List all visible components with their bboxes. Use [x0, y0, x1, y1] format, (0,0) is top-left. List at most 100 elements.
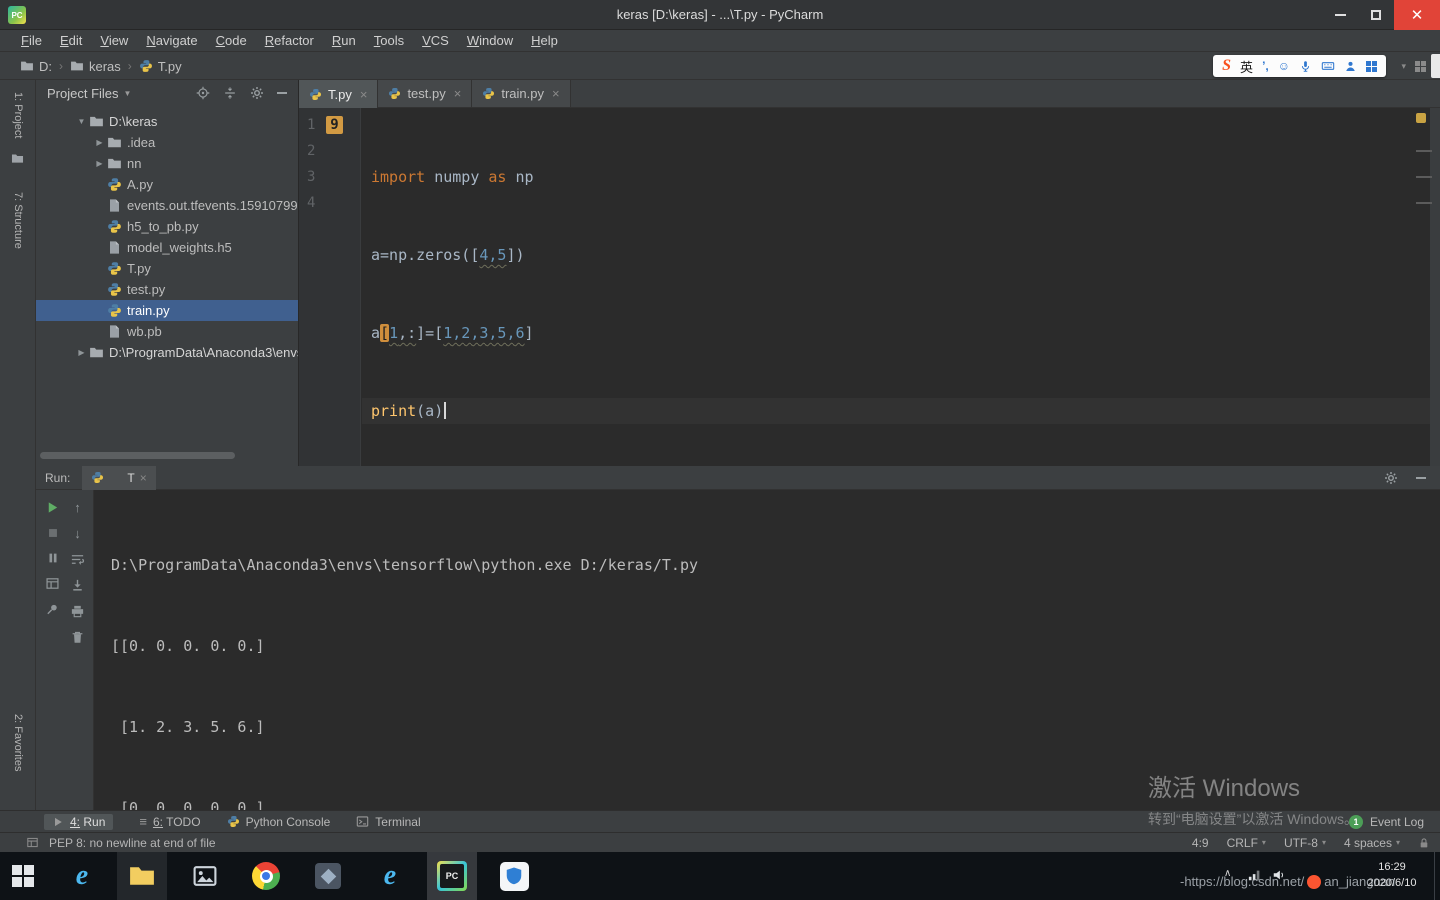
tree-item-wbpb[interactable]: wb.pb [36, 321, 298, 342]
taskbar-pycharm-icon[interactable]: PC [427, 852, 477, 900]
show-desktop-button[interactable] [1434, 852, 1440, 900]
toolwindow-button-terminal[interactable]: Terminal [356, 815, 421, 829]
close-icon[interactable]: × [360, 87, 368, 102]
breadcrumb-item-drive[interactable]: D: [20, 59, 52, 74]
close-button[interactable]: ✕ [1394, 0, 1440, 30]
ime-punctuation-toggle[interactable]: ’, [1262, 59, 1269, 73]
expand-arrow-icon[interactable]: ▼ [74, 117, 89, 126]
ime-handle[interactable] [1431, 54, 1440, 78]
expand-arrow-icon[interactable]: ▶ [74, 348, 89, 357]
pin-button[interactable] [45, 602, 60, 617]
ime-language-toggle[interactable]: 英 [1240, 57, 1253, 76]
menu-item-tools[interactable]: Tools [365, 30, 413, 51]
keyboard-icon[interactable] [1321, 59, 1335, 73]
tree-item-testpy[interactable]: test.py [36, 279, 298, 300]
menu-item-window[interactable]: Window [458, 30, 522, 51]
soft-wrap-button[interactable] [70, 552, 85, 567]
taskbar-shield-app-icon[interactable] [489, 852, 539, 900]
clear-all-button[interactable] [70, 630, 85, 645]
collapse-all-icon[interactable] [223, 86, 237, 100]
tree-item-tpy[interactable]: T.py [36, 258, 298, 279]
taskbar-clock[interactable]: 16:29 2020/6/10 [1356, 859, 1428, 891]
network-icon[interactable] [1248, 868, 1262, 882]
settings-gear-icon[interactable] [1384, 471, 1398, 485]
event-log-button[interactable]: 1 Event Log [1348, 814, 1424, 829]
expand-arrow-icon[interactable]: ▶ [92, 159, 107, 168]
taskbar-ie-icon[interactable]: e [57, 852, 107, 900]
restore-layout-button[interactable] [45, 576, 60, 591]
menu-item-file[interactable]: File [12, 30, 51, 51]
editor-tab-tpy[interactable]: T.py × [299, 80, 379, 108]
grid-icon[interactable] [1415, 61, 1426, 72]
scroll-to-end-button[interactable] [70, 578, 85, 593]
microphone-icon[interactable] [1299, 60, 1312, 73]
encoding-widget[interactable]: UTF-8 ▾ [1284, 836, 1326, 850]
tray-chevron-icon[interactable]: ∧ [1224, 868, 1231, 879]
menu-item-navigate[interactable]: Navigate [137, 30, 206, 51]
indent-widget[interactable]: 4 spaces ▾ [1344, 836, 1400, 850]
taskbar-chrome-icon[interactable] [241, 852, 291, 900]
toolbox-icon[interactable] [1366, 60, 1377, 72]
line-separator-widget[interactable]: CRLF ▾ [1227, 836, 1266, 850]
run-tab[interactable]: T × [82, 465, 156, 490]
tree-item-nn[interactable]: ▶ nn [36, 153, 298, 174]
tree-item-keras-root[interactable]: ▼ D:\keras [36, 111, 298, 132]
taskbar-explorer-icon[interactable] [117, 852, 167, 900]
code-area[interactable]: import numpy as np a=np.zeros([4,5]) a[1… [362, 108, 1430, 466]
hide-panel-icon[interactable] [1416, 476, 1426, 479]
run-console[interactable]: D:\ProgramData\Anaconda3\envs\tensorflow… [94, 490, 1440, 898]
toolwindow-toggle-icon[interactable] [26, 836, 39, 849]
menu-item-run[interactable]: Run [323, 30, 365, 51]
up-stack-button[interactable]: ↑ [74, 500, 81, 515]
chevron-down-icon[interactable]: ▾ [1401, 61, 1406, 72]
menu-item-code[interactable]: Code [207, 30, 256, 51]
close-icon[interactable]: × [454, 86, 462, 101]
project-view-selector[interactable]: Project Files [47, 86, 119, 101]
editor-tab-testpy[interactable]: test.py × [378, 80, 473, 107]
print-button[interactable] [70, 604, 85, 619]
taskbar-app-icon[interactable] [303, 852, 353, 900]
menu-item-edit[interactable]: Edit [51, 30, 91, 51]
rerun-button[interactable] [45, 500, 60, 515]
close-icon[interactable]: × [140, 471, 147, 485]
chevron-down-icon[interactable]: ▼ [124, 89, 132, 98]
maximize-button[interactable] [1358, 0, 1394, 30]
toolwindow-button-run[interactable]: 4: Run [44, 813, 114, 830]
toolwindow-button-python-console[interactable]: Python Console [227, 815, 330, 829]
taskbar-image-app-icon[interactable] [180, 852, 230, 900]
locate-icon[interactable] [196, 86, 210, 100]
project-folder-icon[interactable] [11, 152, 24, 165]
start-button[interactable] [12, 865, 34, 887]
menu-item-vcs[interactable]: VCS [413, 30, 458, 51]
inspection-indicator-icon[interactable] [1416, 113, 1426, 123]
error-stripe[interactable] [1430, 108, 1440, 466]
lock-icon[interactable] [1418, 837, 1430, 849]
editor-tab-trainpy[interactable]: train.py × [472, 80, 571, 107]
emoji-icon[interactable]: ☺ [1278, 59, 1290, 73]
breadcrumb-item-keras[interactable]: keras [70, 59, 121, 74]
menu-item-refactor[interactable]: Refactor [256, 30, 323, 51]
tree-item-h5topb[interactable]: h5_to_pb.py [36, 216, 298, 237]
minimize-button[interactable] [1322, 0, 1358, 30]
settings-gear-icon[interactable] [250, 86, 264, 100]
skin-person-icon[interactable] [1344, 60, 1357, 73]
sogou-logo-icon[interactable]: S [1222, 57, 1231, 75]
tree-item-events[interactable]: events.out.tfevents.1591079973.WIN [36, 195, 298, 216]
tree-item-trainpy-selected[interactable]: train.py [36, 300, 298, 321]
tool-button-structure[interactable]: 7: Structure [12, 192, 24, 249]
horizontal-scrollbar[interactable] [40, 452, 235, 459]
tool-button-project[interactable]: 1: Project [12, 92, 24, 138]
tree-item-apy[interactable]: A.py [36, 174, 298, 195]
caret-position-widget[interactable]: 4:9 [1192, 836, 1209, 850]
expand-arrow-icon[interactable]: ▶ [92, 138, 107, 147]
close-icon[interactable]: × [552, 86, 560, 101]
tree-item-modelweights[interactable]: model_weights.h5 [36, 237, 298, 258]
menu-item-view[interactable]: View [91, 30, 137, 51]
down-stack-button[interactable]: ↓ [74, 526, 81, 541]
hide-panel-icon[interactable] [277, 92, 287, 94]
volume-icon[interactable] [1272, 868, 1286, 882]
taskbar-ie2-icon[interactable]: e [365, 852, 415, 900]
tool-button-favorites[interactable]: 2: Favorites [12, 714, 24, 771]
toolwindow-button-todo[interactable]: ≡ 6: TODO [139, 814, 200, 829]
stop-button[interactable] [46, 526, 60, 540]
